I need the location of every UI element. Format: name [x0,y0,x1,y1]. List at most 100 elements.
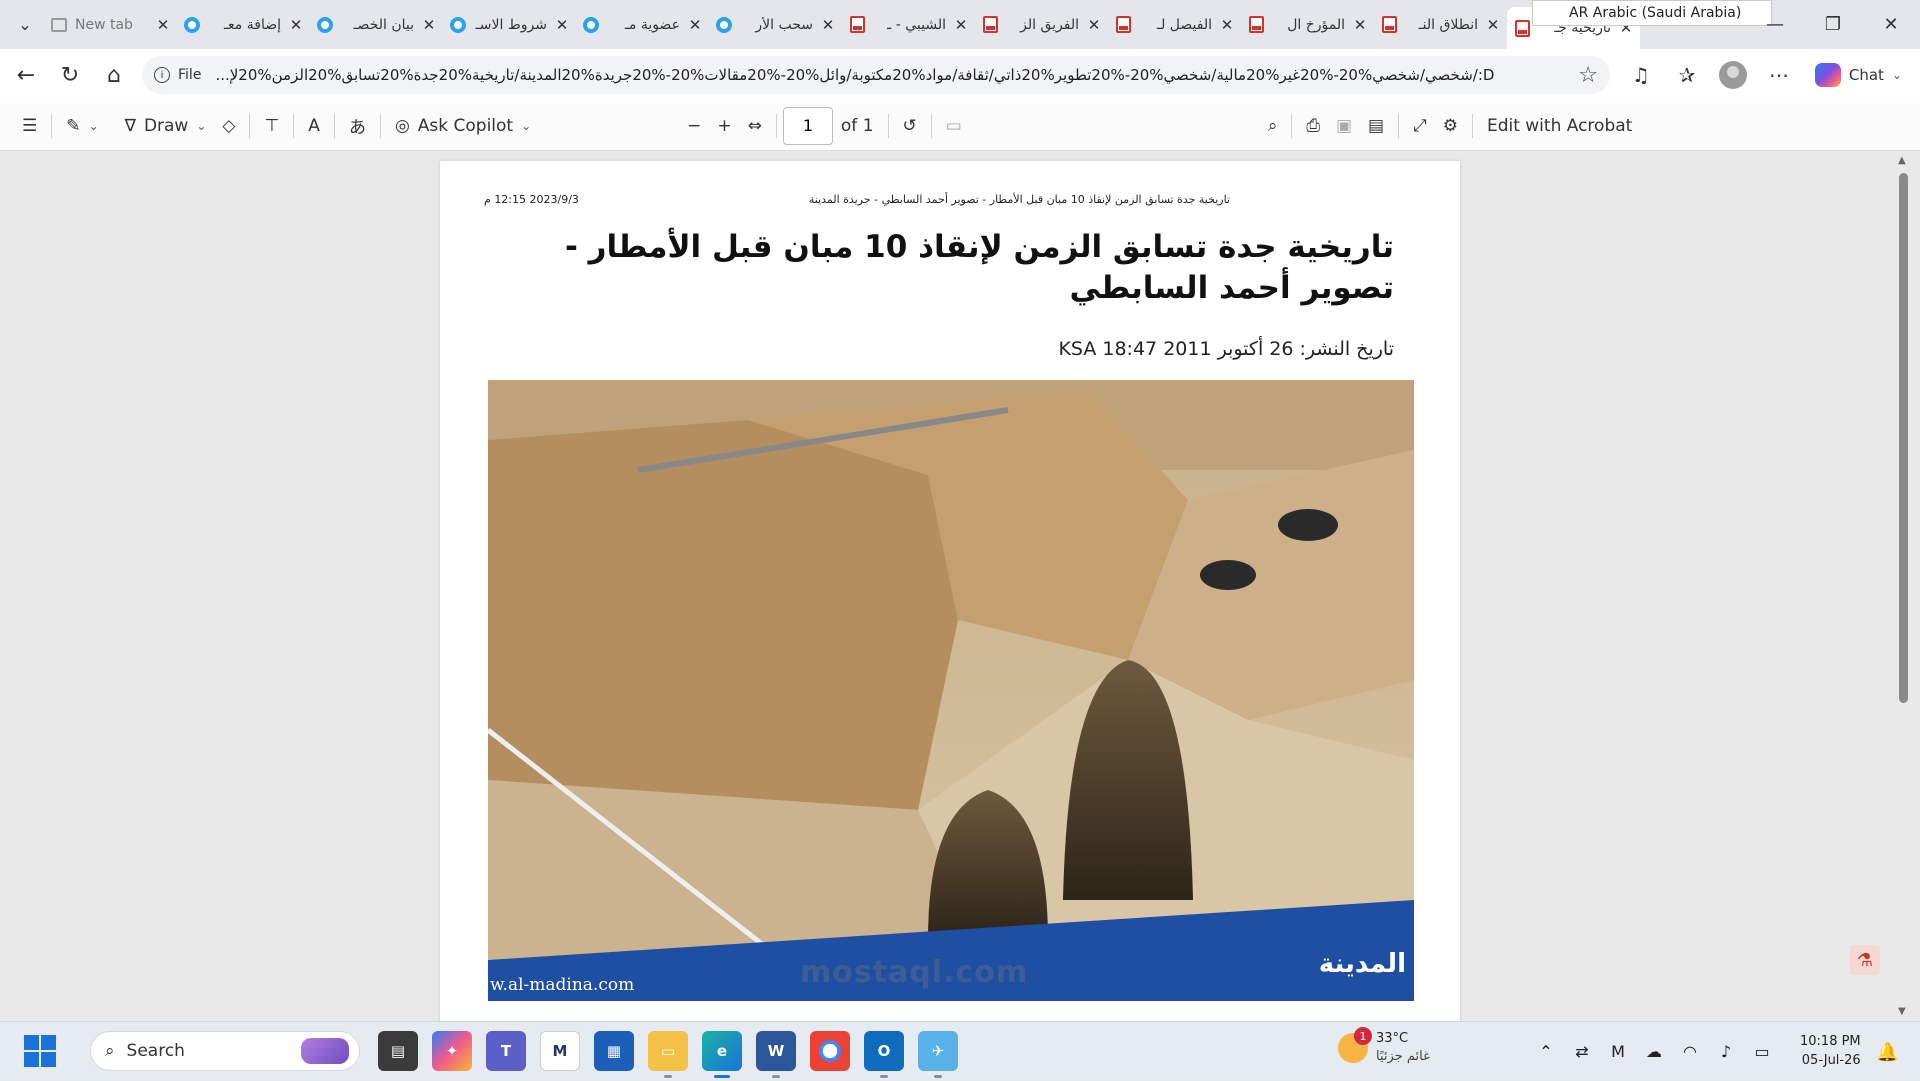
close-icon[interactable]: ✕ [1219,16,1235,34]
mendeley-tray-icon[interactable]: M [1607,1042,1629,1061]
close-icon[interactable]: ✕ [421,16,437,34]
vertical-scrollbar[interactable]: ▲ ▼ [1896,151,1910,1021]
tab-9[interactable]: المؤرخ ال ✕ [1241,6,1374,44]
print-button[interactable]: ⎙ [1298,107,1328,145]
onedrive-icon[interactable]: ☁ [1643,1042,1665,1061]
favorite-star-icon[interactable]: ☆ [1578,63,1598,88]
save-button[interactable]: ▣ [1328,107,1360,145]
read-aloud-icon[interactable]: ♫ [1621,55,1661,95]
close-icon[interactable]: ✕ [820,16,836,34]
ask-copilot-button[interactable]: ◎ Ask Copilot ⌄ [387,107,539,145]
edit-with-acrobat-button[interactable]: Edit with Acrobat [1479,107,1640,145]
close-icon[interactable]: ✕ [554,16,570,34]
fit-width-button[interactable]: ⇔ [740,107,770,145]
chevron-down-icon: ⌄ [18,15,32,34]
url-text[interactable]: D:/شخصي/شخصي%20-%20غير%20مالية/شخصي%20-%… [215,66,1564,84]
translate-button[interactable]: あ [341,107,374,145]
copilot-app-icon[interactable]: ✦ [432,1031,472,1071]
tab-6[interactable]: الشيبي - ـ ✕ [842,6,975,44]
draw-label: Draw [143,115,189,136]
back-button[interactable]: ← [4,55,48,95]
outlook-icon[interactable]: O [864,1031,904,1078]
mendeley-icon[interactable]: M [540,1031,580,1071]
address-bar[interactable]: i File D:/شخصي/شخصي%20-%20غير%20مالية/شخ… [142,56,1610,94]
scroll-up-icon[interactable]: ▲ [1898,155,1906,166]
edge-icon[interactable]: e [702,1031,742,1078]
pdf-icon [981,16,999,34]
highlight-button[interactable]: ✎ ⌄ [58,107,106,145]
more-menu-icon[interactable]: ⋯ [1759,55,1799,95]
tab-1[interactable]: إضافة معـ ✕ [177,6,310,44]
profile-button[interactable] [1713,55,1753,95]
tab-3[interactable]: شروط الاسـ ✕ [443,6,576,44]
tab-4[interactable]: عضوية مـ ✕ [576,6,709,44]
reload-button[interactable]: ↻ [48,55,92,95]
task-view-icon[interactable]: ▤ [378,1031,418,1071]
tab-title: New tab [75,16,133,33]
fullscreen-button[interactable]: ⤢ [1405,107,1435,145]
zoom-out-button[interactable]: − [679,107,709,145]
find-button[interactable]: ⌕ [1260,107,1286,145]
restore-button[interactable]: ❐ [1804,0,1862,49]
close-icon[interactable]: ✕ [1352,16,1368,34]
close-icon[interactable]: ✕ [288,16,304,34]
favorites-icon[interactable]: ✰ [1667,55,1707,95]
globe-icon [316,16,334,34]
scroll-thumb[interactable] [1899,173,1908,703]
close-icon[interactable]: ✕ [1485,16,1501,34]
close-window-button[interactable]: ✕ [1862,0,1920,49]
app-icon[interactable]: ✈ [918,1031,958,1078]
site-info[interactable]: i File [154,67,201,83]
word-icon[interactable]: W [756,1031,796,1078]
chevron-up-icon[interactable]: ⌃ [1535,1042,1557,1061]
add-text-button[interactable]: ⊤ [256,107,287,145]
scroll-down-icon[interactable]: ▼ [1898,1006,1906,1017]
globe-icon [449,16,467,34]
start-button[interactable] [24,1035,56,1067]
weather-widget[interactable]: 1 33°C غائم جزئيًا [1338,1027,1430,1066]
tab-list-button[interactable]: ⌄ [6,6,44,44]
tab-8[interactable]: الفيصل لـ ✕ [1108,6,1241,44]
sync-icon[interactable]: ⇄ [1571,1042,1593,1061]
tab-10[interactable]: انطلاق النـ ✕ [1374,6,1507,44]
home-button[interactable]: ⌂ [92,55,136,95]
weather-icon: 1 [1338,1027,1372,1063]
zoom-in-button[interactable]: + [709,107,739,145]
settings-button[interactable]: ⚙ [1435,107,1466,145]
home-icon: ⌂ [107,62,121,88]
store-icon[interactable]: ▦ [594,1031,634,1071]
chrome-icon[interactable] [810,1031,850,1071]
battery-icon[interactable]: ▭ [1751,1042,1773,1061]
search-placeholder: Search [126,1041,185,1061]
close-icon[interactable]: ✕ [953,16,969,34]
search-highlight-icon [301,1038,349,1064]
tab-7[interactable]: الفريق الز ✕ [975,6,1108,44]
volume-icon[interactable]: ♪ [1715,1042,1737,1061]
rotate-button[interactable]: ↺ [895,107,925,145]
close-icon[interactable]: ✕ [687,16,703,34]
notification-bell-icon[interactable]: 🔔 [1876,1042,1898,1063]
wifi-icon[interactable]: ◠ [1679,1042,1701,1061]
teams-icon[interactable]: T [486,1031,526,1071]
clock[interactable]: 10:18 PM 05-Jul-26 [1800,1032,1861,1070]
close-icon[interactable]: ✕ [155,16,171,34]
draw-button[interactable]: ∇ Draw ⌄ [117,107,215,145]
pdf-icon [848,16,866,34]
contents-button[interactable]: ☰ [14,107,45,145]
save-as-button[interactable]: ▤ [1360,107,1392,145]
chat-button[interactable]: Chat ⌄ [1805,57,1912,93]
tab-0[interactable]: New tab ✕ [44,6,177,44]
tab-2[interactable]: بيان الخصـ ✕ [310,6,443,44]
page-number-input[interactable] [782,106,833,145]
erase-button[interactable]: ◇ [214,107,243,145]
taskbar-search[interactable]: ⌕ Search [90,1031,360,1071]
read-aloud-button[interactable]: A [300,107,328,145]
browser-actions: ♫ ✰ ⋯ Chat ⌄ [1621,49,1920,101]
file-explorer-icon[interactable]: ▭ [648,1031,688,1078]
tab-5[interactable]: سحب الأر ✕ [709,6,842,44]
minimize-button[interactable]: — [1746,0,1804,49]
acrobat-button[interactable]: ⚗ [1850,945,1880,975]
clock-date: 05-Jul-26 [1801,1053,1861,1068]
page-view-button[interactable]: ▭ [938,107,970,145]
close-icon[interactable]: ✕ [1086,16,1102,34]
